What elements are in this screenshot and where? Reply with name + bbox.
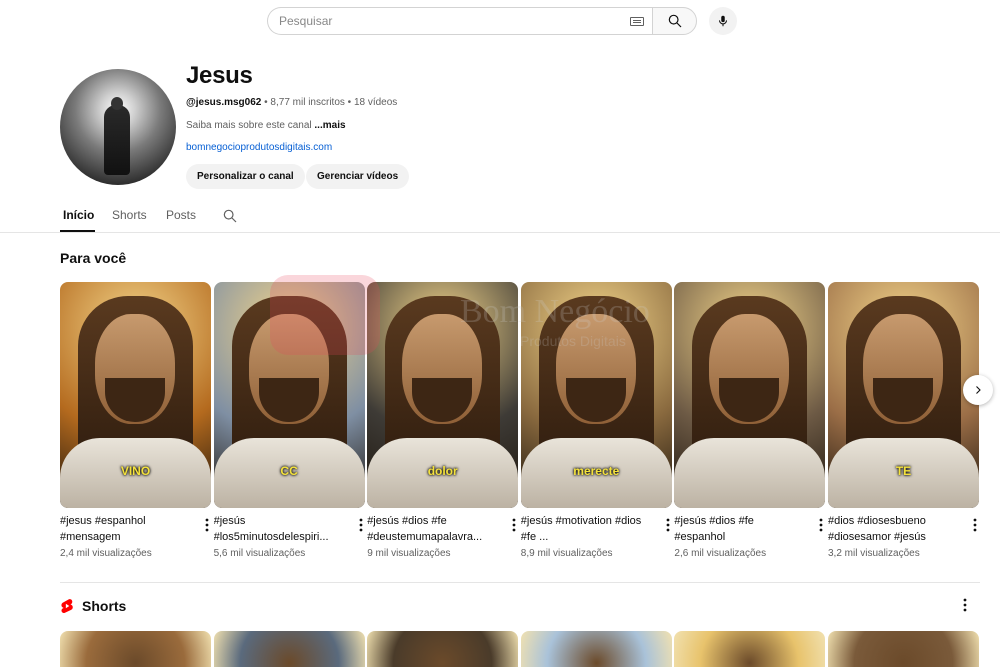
video-views: 8,9 mil visualizações [520, 548, 613, 559]
video-thumbnail[interactable] [674, 282, 826, 508]
video-title[interactable]: #dios #diosesbueno #diosesamor #jesús [828, 513, 956, 545]
mic-icon [718, 15, 728, 27]
section-divider [60, 582, 980, 583]
video-views: 9 mil visualizações [367, 548, 451, 559]
video-thumbnail[interactable]: CC [213, 282, 365, 508]
more-vertical-icon [963, 598, 967, 612]
video-more-menu[interactable] [512, 518, 516, 532]
shorts-row [60, 631, 980, 667]
video-title[interactable]: #jesús #motivation #dios #fe ... [521, 513, 649, 545]
chevron-right-icon [976, 386, 981, 394]
video-views: 3,2 mil visualizações [828, 548, 920, 559]
video-card[interactable]: #jesús #dios #fe #espanhol 2,6 mil visual… [674, 282, 826, 559]
video-more-menu[interactable] [819, 518, 823, 532]
video-more-menu[interactable] [359, 518, 363, 532]
channel-handle: @jesus.msg062 [186, 97, 262, 108]
shorts-more-menu[interactable] [963, 598, 967, 612]
video-title[interactable]: #jesús #dios #fe #espanhol [674, 513, 802, 545]
channel-name: Jesus [186, 62, 253, 89]
voice-search-button[interactable] [709, 7, 737, 35]
video-views: 2,4 mil visualizações [60, 548, 152, 559]
tab-home[interactable]: Início [63, 208, 94, 222]
video-card[interactable]: CC #jesús #los5minutosdelespiri... 5,6 mil… [213, 282, 365, 559]
search-box[interactable] [267, 7, 652, 35]
video-views: 2,6 mil visualizações [674, 548, 767, 559]
video-thumbnail[interactable]: TE [828, 282, 979, 508]
tab-shorts[interactable]: Shorts [112, 208, 147, 222]
shorts-section-header: Shorts [60, 598, 126, 614]
video-thumbnail[interactable]: VINO [60, 282, 211, 508]
short-thumbnail[interactable] [520, 631, 672, 667]
more-vertical-icon [819, 518, 823, 532]
top-bar [0, 0, 1000, 42]
active-tab-indicator [60, 230, 95, 232]
channel-avatar[interactable] [60, 69, 176, 185]
customize-channel-button[interactable]: Personalizar o canal [186, 164, 305, 189]
more-vertical-icon [359, 518, 362, 532]
video-title[interactable]: #jesús #dios #fe #deustemumapalavra... [367, 513, 495, 545]
video-card[interactable]: dolor #jesús #dios #fe #deustemumapalavra… [367, 282, 519, 559]
thumbnail-robe [674, 438, 826, 508]
shorts-section-title: Shorts [82, 598, 127, 614]
search-input[interactable] [279, 8, 630, 34]
video-card[interactable]: merecte #jesús #motivation #dios #fe ... 8… [520, 282, 672, 559]
short-thumbnail[interactable] [367, 631, 519, 667]
short-thumbnail[interactable] [828, 631, 979, 667]
video-title[interactable]: #jesús #los5minutosdelespiri... [214, 513, 342, 545]
video-more-menu[interactable] [973, 518, 977, 532]
channel-meta: @jesus.msg062 • 8,77 mil inscritos • 18 … [186, 97, 397, 108]
search-button[interactable] [652, 7, 697, 35]
for-you-carousel: VINO #jesus #espanhol #mensagem 2,4 mil vi… [60, 282, 980, 562]
thumbnail-caption: merecte [573, 464, 620, 478]
short-thumbnail[interactable] [674, 631, 826, 667]
more-vertical-icon [973, 518, 977, 532]
about-more-link[interactable]: ...mais [314, 120, 345, 131]
more-vertical-icon [512, 518, 516, 532]
thumbnail-caption: CC [280, 464, 298, 478]
tab-posts[interactable]: Posts [166, 208, 196, 222]
channel-about[interactable]: Saiba mais sobre este canal ...mais [186, 120, 346, 131]
channel-external-link[interactable]: bomnegocioprodutosdigitais.com [186, 142, 332, 153]
search-icon [223, 209, 237, 223]
tab-search-button[interactable] [222, 208, 238, 229]
more-vertical-icon [205, 518, 209, 532]
more-vertical-icon [666, 518, 670, 532]
carousel-next-button[interactable] [963, 375, 993, 405]
video-card[interactable]: VINO #jesus #espanhol #mensagem 2,4 mil vi… [60, 282, 211, 559]
video-card[interactable]: TE #dios #diosesbueno #diosesamor #jesús 3… [828, 282, 979, 559]
thumbnail-caption: TE [895, 464, 912, 478]
channel-tabs: Início Shorts Posts [0, 200, 1000, 233]
thumbnail-caption: VINO [120, 464, 151, 478]
short-thumbnail[interactable] [213, 631, 365, 667]
keyboard-icon[interactable] [630, 16, 644, 26]
for-you-title: Para você [60, 250, 127, 266]
video-more-menu[interactable] [205, 518, 209, 532]
video-thumbnail[interactable]: dolor [367, 282, 519, 508]
search-icon [668, 14, 681, 28]
about-text: Saiba mais sobre este canal [186, 120, 315, 131]
avatar-figure [104, 97, 130, 175]
video-title[interactable]: #jesus #espanhol #mensagem [60, 513, 188, 545]
channel-stats: • 8,77 mil inscritos • 18 vídeos [261, 97, 398, 108]
thumbnail-caption: dolor [427, 464, 458, 478]
short-thumbnail[interactable] [60, 631, 211, 667]
video-more-menu[interactable] [666, 518, 670, 532]
shorts-logo-icon [61, 599, 73, 613]
manage-videos-button[interactable]: Gerenciar vídeos [306, 164, 410, 189]
video-views: 5,6 mil visualizações [213, 548, 306, 559]
video-thumbnail[interactable]: merecte [520, 282, 672, 508]
